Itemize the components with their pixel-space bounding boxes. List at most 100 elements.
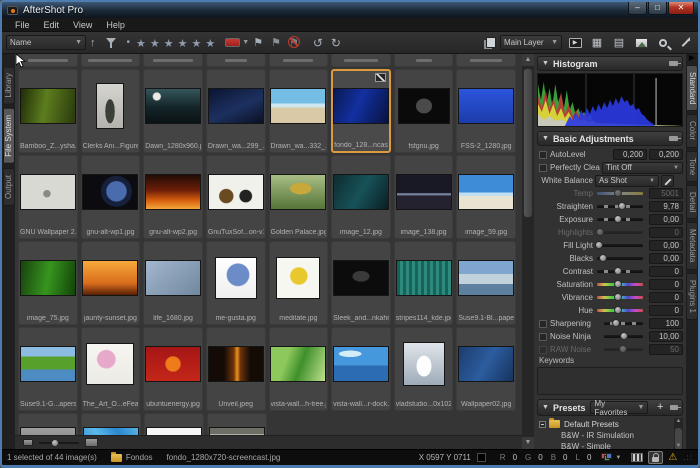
slider-track[interactable] — [597, 257, 643, 260]
slider-handle[interactable] — [614, 189, 622, 197]
tab-standard[interactable]: Standard — [686, 65, 698, 111]
minimize-button[interactable]: – — [628, 2, 647, 15]
maximize-button[interactable]: □ — [648, 2, 667, 15]
slider-handle[interactable] — [599, 254, 607, 262]
thumbnail-cell[interactable]: FSS-2_1280.jpg — [456, 69, 516, 153]
add-preset-button[interactable]: + — [654, 401, 666, 414]
thumbnail-cell[interactable]: image_138.jpg — [394, 155, 454, 239]
tab-color[interactable]: Color — [686, 114, 698, 147]
value-input[interactable]: 0,200 — [649, 149, 683, 160]
filmstrip-view-button[interactable]: ▤ — [610, 35, 628, 51]
preset-folder-row[interactable]: Default Presets — [539, 418, 683, 430]
thumbnail-cell[interactable]: image_59.jpg — [456, 155, 516, 239]
flag-pick-icon[interactable]: ⚑ — [253, 33, 263, 53]
slider-track[interactable] — [597, 231, 643, 234]
value-input[interactable]: 0 — [649, 279, 683, 290]
tree-collapse-icon[interactable] — [539, 421, 546, 428]
thumbnail-cell[interactable]: Clerks Ani...Figure.jpg — [81, 69, 141, 153]
thumbnail-cell-partial[interactable] — [143, 54, 203, 67]
thumbnail-cell[interactable]: gnu-alt-wp2.jpg — [143, 155, 203, 239]
value-input[interactable]: 5001 — [649, 188, 683, 199]
thumbnail-cell[interactable]: gnu-alt-wp1.jpg — [81, 155, 141, 239]
thumbnail-image[interactable] — [87, 344, 133, 384]
rotate-left-icon[interactable]: ↺ — [313, 33, 323, 53]
flag-finish-icon[interactable]: ⚑ — [271, 33, 281, 53]
layer-select[interactable]: Main Layer ▼ — [500, 35, 562, 50]
slider-handle[interactable] — [614, 306, 622, 314]
thumbnail-cell[interactable]: GNU Wallpaper 2.jpg — [18, 155, 78, 239]
value-input[interactable]: 0,200 — [613, 149, 647, 160]
thumbnail-image[interactable] — [334, 175, 388, 209]
slider-handle[interactable] — [596, 228, 604, 236]
small-thumbnail-icon[interactable] — [23, 439, 33, 446]
presets-scrollbar[interactable]: ▲ ▼ — [674, 418, 683, 449]
star-icon[interactable]: ★ — [164, 38, 174, 50]
tab-tone[interactable]: Tone — [686, 151, 698, 182]
thumbnail-cell-partial[interactable] — [207, 413, 267, 437]
scroll-up-button[interactable]: ▲ — [674, 418, 683, 424]
thumbnail-cell[interactable]: ubuntuenergy.jpg — [143, 327, 203, 411]
slider-handle[interactable] — [618, 202, 626, 210]
value-input[interactable]: 0 — [649, 227, 683, 238]
thumbnail-image[interactable] — [146, 261, 200, 295]
collapse-icon[interactable]: ▼ — [542, 135, 549, 142]
preset-item[interactable]: B&W - Simple — [539, 441, 683, 449]
thumbnail-cell-partial[interactable] — [81, 413, 141, 437]
thumbnail-cell-partial[interactable] — [18, 413, 78, 437]
thumbnail-image[interactable] — [83, 175, 137, 209]
thumbnail-image[interactable] — [209, 347, 263, 381]
menu-item-view[interactable]: View — [66, 20, 99, 30]
value-input[interactable]: 100 — [649, 318, 683, 329]
thumbnail-image[interactable] — [146, 175, 200, 209]
thumbnail-cell[interactable]: vista-wall...h-tree.jpg — [269, 327, 329, 411]
slider-handle[interactable] — [614, 215, 622, 223]
value-input[interactable]: 0 — [649, 292, 683, 303]
filter-icon[interactable] — [106, 38, 117, 48]
tab-file-system[interactable]: File System — [3, 108, 15, 164]
thumbnail-cell[interactable]: image_12.jpg — [331, 155, 391, 239]
warning-icon[interactable]: ⚠ — [668, 452, 677, 463]
slider-handle[interactable] — [614, 293, 622, 301]
sort-ascending-icon[interactable]: ↑ — [90, 33, 96, 53]
large-thumbnail-icon[interactable] — [85, 438, 98, 447]
slider-track[interactable] — [597, 296, 643, 299]
slider-handle[interactable] — [612, 319, 620, 327]
collapse-icon[interactable]: ▼ — [542, 60, 549, 67]
thumbnail-cell[interactable]: Sleek_and...nkahn.jpg — [331, 241, 391, 325]
thumbnail-image[interactable] — [404, 343, 444, 385]
thumbnail-cell[interactable]: life_1680.jpg — [143, 241, 203, 325]
panel-collapse-icon[interactable]: ▶ — [689, 54, 695, 62]
flag-reject-icon[interactable]: ⚑ — [289, 33, 299, 53]
slider-handle[interactable] — [595, 241, 603, 249]
menu-item-edit[interactable]: Edit — [37, 20, 67, 30]
scroll-down-button[interactable]: ▼ — [522, 437, 534, 449]
tab-plugins-1[interactable]: Plugins 1 — [686, 273, 698, 320]
checkbox[interactable] — [539, 346, 547, 354]
value-input[interactable]: 0 — [649, 266, 683, 277]
slider-track[interactable] — [597, 192, 643, 195]
value-input[interactable]: 9,78 — [649, 201, 683, 212]
color-profile-icon[interactable] — [601, 453, 612, 462]
slider-handle[interactable] — [619, 345, 627, 353]
thumbnail-image[interactable] — [459, 347, 513, 381]
slider-handle[interactable] — [620, 332, 628, 340]
thumbnail-cell[interactable]: vladstudio...0x1024.jpg — [394, 327, 454, 411]
tab-output[interactable]: Output — [3, 168, 15, 206]
star-icon[interactable]: ★ — [192, 38, 202, 50]
tab-detail[interactable]: Detail — [686, 185, 698, 219]
image-view-button[interactable] — [632, 35, 650, 51]
thumbnail-image[interactable] — [459, 175, 513, 209]
thumbnail-cell[interactable]: jaunty-sunset.jpg — [81, 241, 141, 325]
thumbnail-cell-partial[interactable] — [394, 54, 454, 67]
value-input[interactable]: 10,00 — [649, 331, 683, 342]
thumbnail-cell-partial[interactable] — [206, 54, 266, 67]
thumbnail-cell[interactable]: Suse9.1-G...apers.jpg — [18, 327, 78, 411]
thumbnail-image[interactable] — [21, 89, 75, 123]
thumbnail-cell[interactable]: Bamboo_Z...ysha.jpg — [18, 69, 78, 153]
tab-library[interactable]: Library — [3, 66, 15, 104]
thumbnail-image[interactable] — [209, 175, 263, 209]
thumbnail-cell-partial[interactable] — [456, 54, 516, 67]
thumbnail-image[interactable] — [334, 261, 388, 295]
tab-metadata[interactable]: Metadata — [686, 222, 698, 269]
presets-category-select[interactable]: My Favorites ▼ — [590, 401, 648, 414]
